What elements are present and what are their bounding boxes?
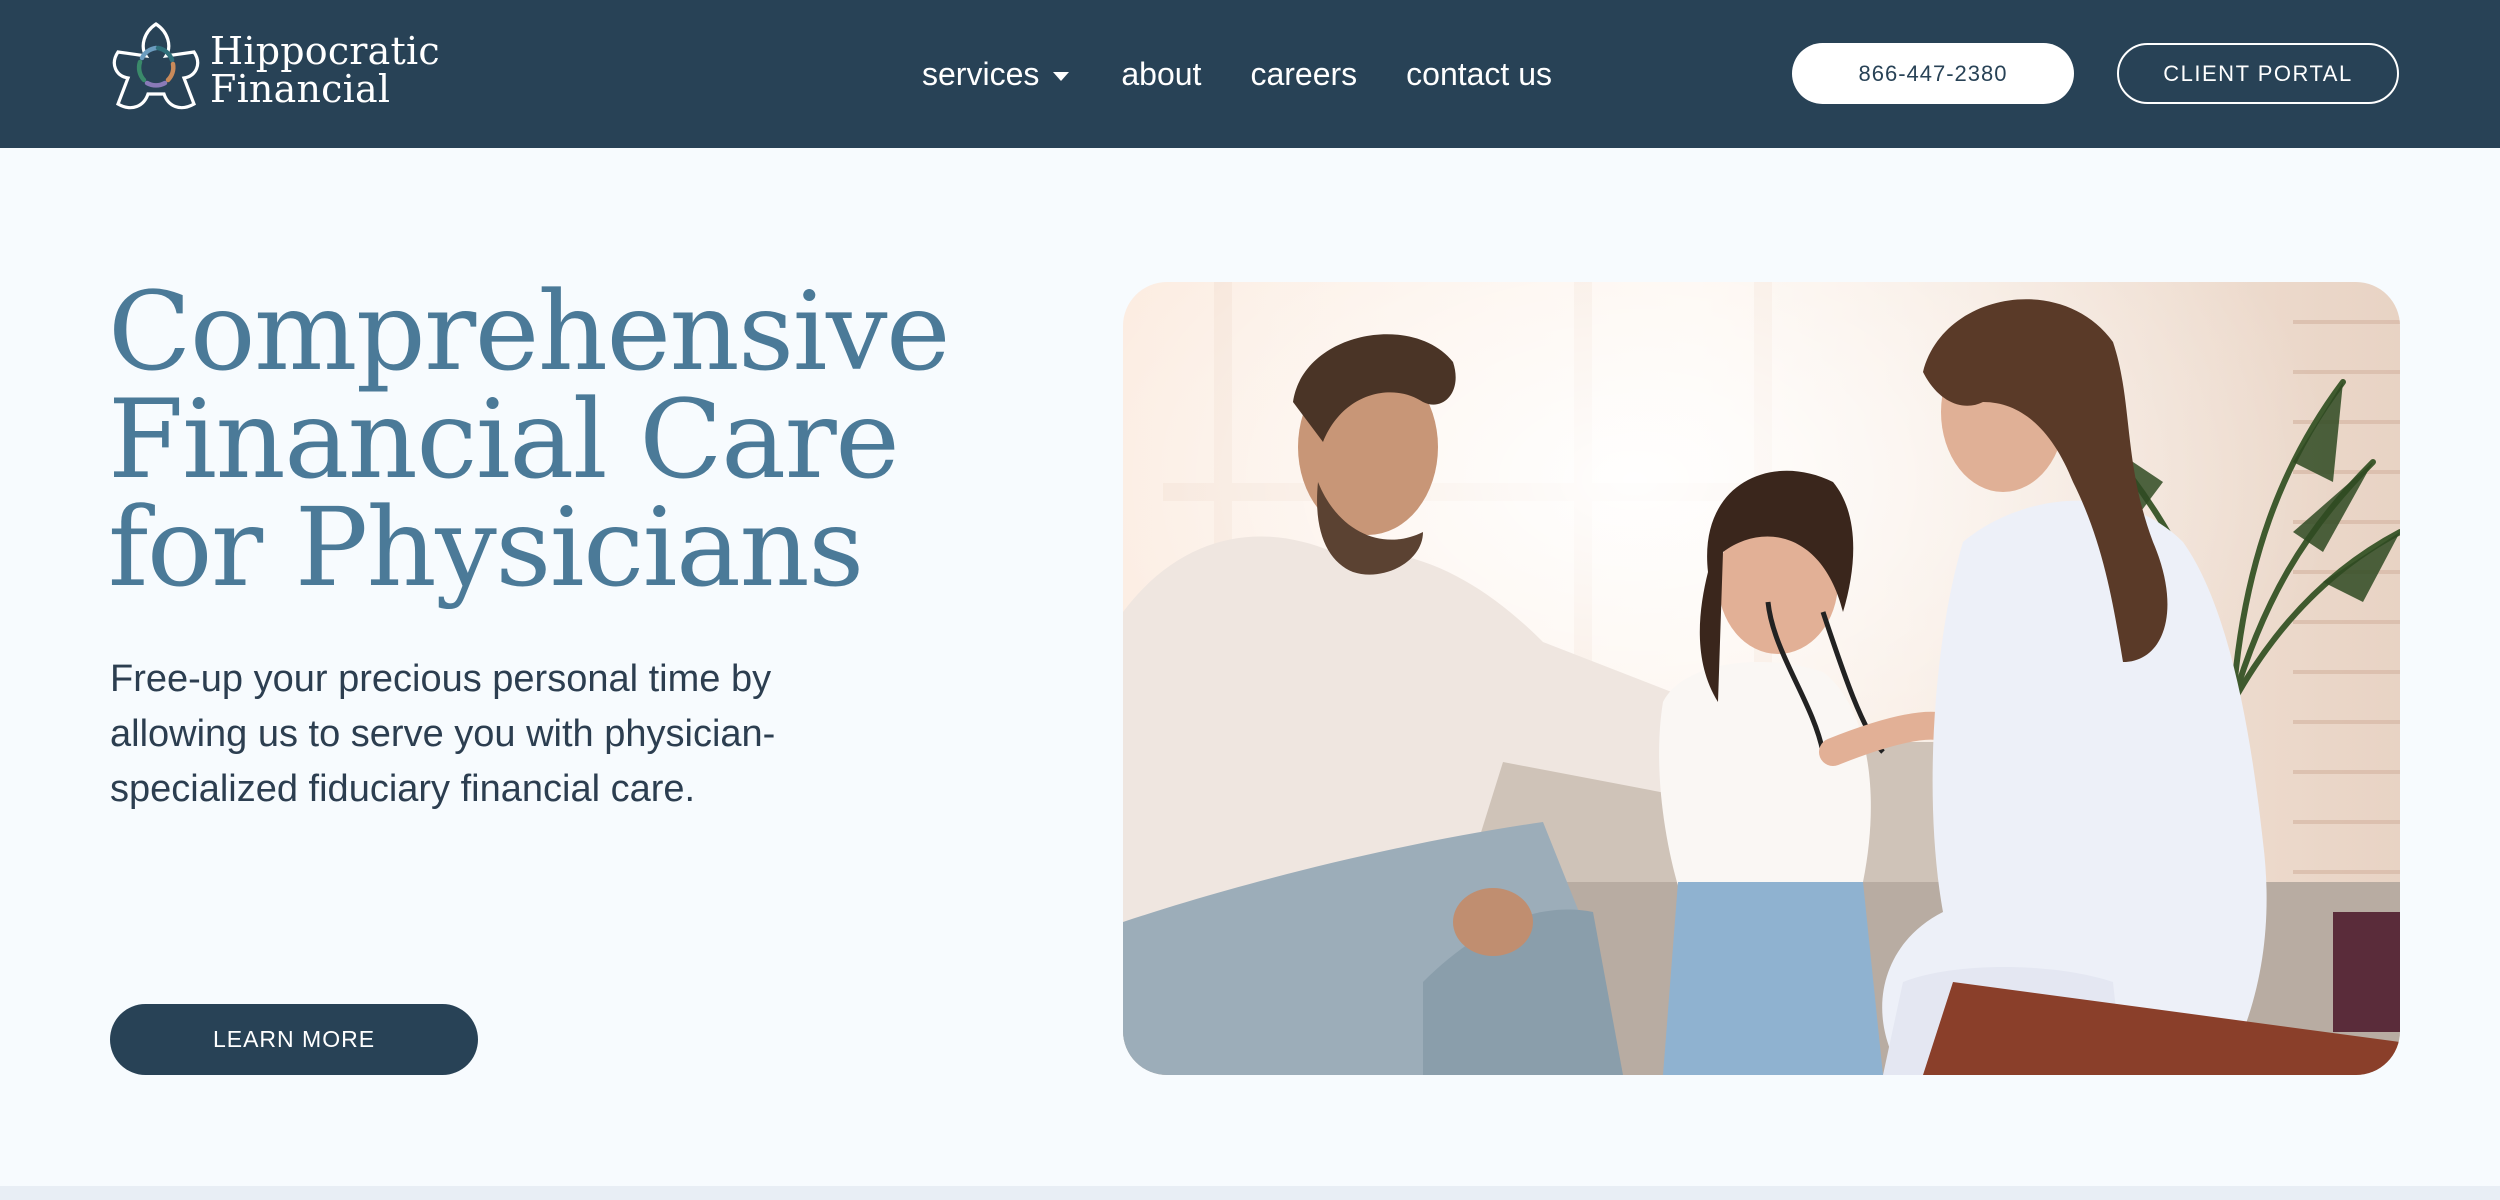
nav-contact-us[interactable]: contact us [1406, 56, 1552, 93]
logo[interactable]: Hippocratic Financial [108, 18, 440, 118]
doctor-with-father-and-daughter-photo [1123, 282, 2400, 1075]
main-nav: services about careers contact us [922, 50, 1552, 98]
nav-careers[interactable]: careers [1250, 56, 1357, 93]
brand-name-line2: Financial [210, 67, 391, 111]
caret-down-icon [1053, 71, 1070, 81]
client-portal-button[interactable]: CLIENT PORTAL [2117, 43, 2399, 104]
hero-photo [1123, 282, 2400, 1075]
hero-subtitle-line1: Free-up your precious personal time by [110, 658, 772, 700]
brand-name-line1: Hippocratic [210, 29, 440, 73]
nav-services[interactable]: services [922, 55, 1070, 93]
hero-subtitle-line2: allowing us to serve you with physician- [110, 713, 776, 755]
site-header: Hippocratic Financial services about car… [0, 0, 2500, 148]
hero-title: Comprehensive Financial Care for Physici… [108, 268, 1008, 611]
hero-subtitle: Free-up your precious personal time by a… [110, 652, 870, 817]
brand-name: Hippocratic Financial [210, 32, 440, 108]
hero-subtitle-line3: specialized fiduciary financial care. [110, 768, 696, 810]
nav-about[interactable]: about [1121, 56, 1201, 93]
five-petal-flower-icon [112, 22, 200, 110]
hero-title-line1: Comprehensive [108, 268, 951, 395]
learn-more-button[interactable]: LEARN MORE [110, 1004, 478, 1075]
phone-button[interactable]: 866-447-2380 [1792, 43, 2074, 104]
next-section-edge [0, 1186, 2500, 1200]
hero-title-line3: for Physicians [108, 484, 864, 611]
hero-title-line2: Financial Care [108, 376, 900, 503]
nav-services-label: services [922, 55, 1040, 92]
